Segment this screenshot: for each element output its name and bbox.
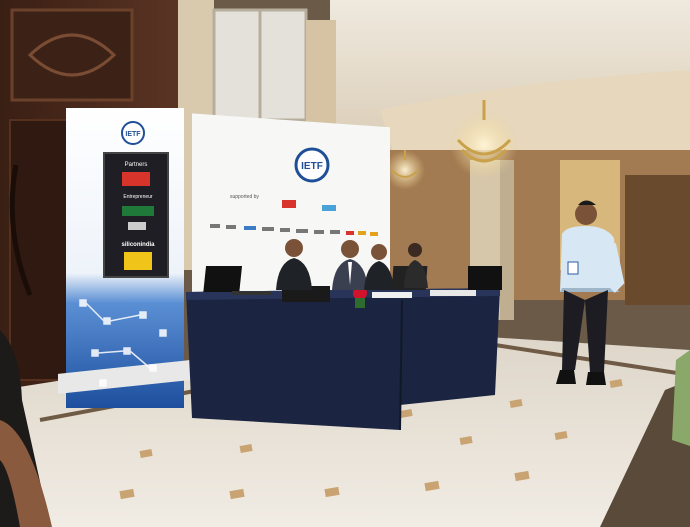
papers xyxy=(430,290,476,296)
flower-vase-base xyxy=(355,298,365,308)
partners-heading: Partners xyxy=(125,162,148,168)
partner-logo-siliconindia: siliconindia xyxy=(121,242,155,248)
hall-pillar-shadow xyxy=(500,160,514,320)
backdrop-sponsor-logo xyxy=(282,200,296,208)
partner-logo-entrepreneur: Entrepreneur xyxy=(123,194,153,200)
laptop-base xyxy=(232,291,272,295)
partner-logo xyxy=(124,252,152,270)
supported-by-label: supported by xyxy=(230,194,259,200)
laptop-screen xyxy=(203,266,243,292)
chandelier-glow-large xyxy=(450,111,518,179)
backdrop-sponsor-logo xyxy=(322,205,336,211)
partner-logo xyxy=(128,222,146,230)
id-badge xyxy=(567,261,579,275)
event-registration-desk-photo: IETF supported by IETF Partners Entrepre… xyxy=(0,0,690,527)
ietf-logo-text: IETF xyxy=(301,161,323,172)
papers xyxy=(372,292,412,298)
partner-logo xyxy=(122,206,154,216)
back-hall-doorway xyxy=(625,175,690,305)
banner-ietf-logo-text: IETF xyxy=(125,131,141,138)
monitor xyxy=(468,266,502,290)
partner-logo xyxy=(122,172,150,186)
